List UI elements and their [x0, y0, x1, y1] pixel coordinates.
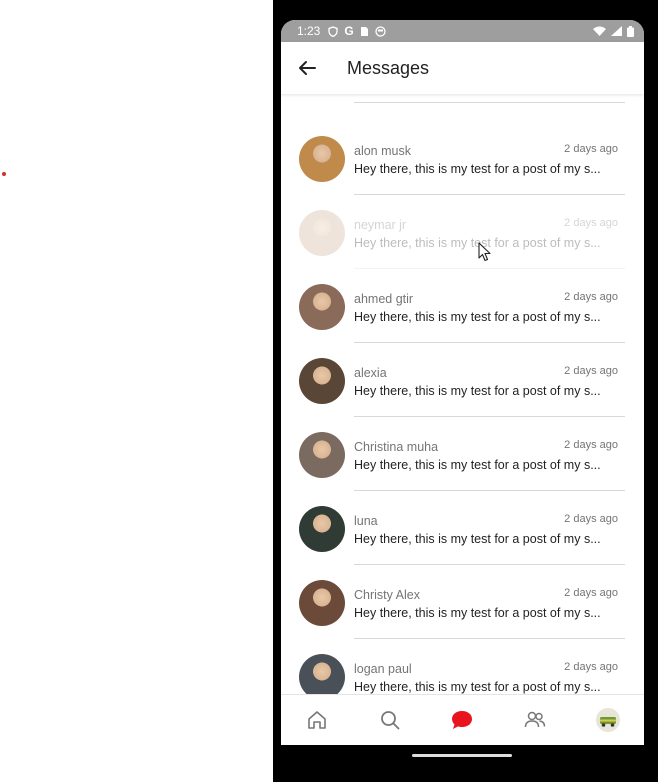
conversation-item[interactable]: Christina muha 2 days ago Hey there, this … [281, 432, 644, 506]
bottom-navigation [281, 694, 644, 745]
avatar [299, 284, 345, 330]
contact-name: Christina muha [354, 440, 439, 454]
home-indicator[interactable] [412, 754, 512, 757]
page-title: Messages [347, 57, 430, 78]
chat-bubble-icon [452, 711, 473, 729]
contact-name: alexia [354, 366, 387, 380]
shield-icon [328, 25, 339, 37]
conversation-list[interactable]: alon musk 2 days ago Hey there, this is my… [281, 94, 644, 694]
mouse-cursor-icon [478, 242, 491, 262]
row-divider [354, 490, 625, 491]
nav-profile[interactable] [588, 700, 628, 740]
status-bar: 1:23 G [281, 20, 644, 42]
app-bar: Messages [281, 42, 644, 94]
contact-name: logan paul [354, 662, 412, 676]
row-divider [354, 638, 625, 639]
conversation-item[interactable]: ahmed gtir 2 days ago Hey there, this is m… [281, 284, 644, 358]
message-preview: Hey there, this is my test for a post of… [354, 532, 601, 546]
conversation-item[interactable]: luna 2 days ago Hey there, this is my test… [281, 506, 644, 580]
contact-name: ahmed gtir [354, 292, 414, 306]
nav-friends[interactable] [515, 700, 555, 740]
home-icon [308, 711, 327, 729]
nav-search[interactable] [370, 700, 410, 740]
message-time: 2 days ago [564, 439, 618, 451]
message-time: 2 days ago [564, 513, 618, 525]
avatar [299, 136, 345, 182]
google-icon: G [344, 24, 354, 38]
avatar [299, 580, 345, 626]
red-dot-marker [2, 172, 6, 176]
message-preview: Hey there, this is my test for a post of… [354, 162, 601, 176]
avatar [299, 432, 345, 478]
sim-card-icon [360, 26, 368, 36]
conversation-item[interactable]: alexia 2 days ago Hey there, this is my te… [281, 358, 644, 432]
contact-name: alon musk [354, 144, 411, 158]
conversation-item[interactable]: logan paul 2 days ago Hey there, this is m… [281, 654, 644, 694]
avatar [299, 358, 345, 404]
message-preview: Hey there, this is my test for a post of… [354, 606, 601, 620]
search-icon [380, 711, 400, 730]
row-divider [354, 564, 625, 565]
message-preview: Hey there, this is my test for a post of… [354, 310, 601, 324]
face-icon [375, 25, 386, 37]
contact-name: neymar jr [354, 218, 407, 232]
message-time: 2 days ago [564, 587, 618, 599]
message-time: 2 days ago [564, 661, 618, 673]
row-divider [354, 416, 625, 417]
list-top-divider [354, 102, 625, 103]
conversation-item[interactable]: neymar jr 2 days ago Hey there, this is my… [281, 210, 644, 284]
message-time: 2 days ago [564, 365, 618, 377]
status-time: 1:23 [297, 24, 321, 38]
phone-screen: 1:23 G Messages alon musk 2 days ago Hey t… [281, 20, 644, 745]
conversation-item[interactable]: Christy Alex 2 days ago Hey there, this is… [281, 580, 644, 654]
message-preview: Hey there, this is my test for a post of… [354, 458, 601, 472]
message-time: 2 days ago [564, 217, 618, 229]
message-preview: Hey there, this is my test for a post of… [354, 384, 601, 398]
avatar [299, 210, 345, 256]
avatar-icon [595, 708, 620, 732]
message-time: 2 days ago [564, 291, 618, 303]
avatar [299, 654, 345, 694]
row-divider [354, 194, 625, 195]
contact-name: Christy Alex [354, 588, 420, 602]
avatar [299, 506, 345, 552]
row-divider [354, 342, 625, 343]
nav-home[interactable] [297, 700, 337, 740]
arrow-left-icon [299, 61, 316, 75]
conversation-item[interactable]: alon musk 2 days ago Hey there, this is my… [281, 136, 644, 210]
wifi-icon [593, 26, 606, 36]
message-preview: Hey there, this is my test for a post of… [354, 680, 601, 694]
battery-icon [627, 25, 634, 37]
signal-icon [611, 26, 622, 36]
back-button[interactable] [281, 42, 333, 94]
message-time: 2 days ago [564, 143, 618, 155]
row-divider [354, 268, 625, 269]
people-icon [524, 711, 546, 728]
nav-messages[interactable] [442, 700, 482, 740]
contact-name: luna [354, 514, 378, 528]
